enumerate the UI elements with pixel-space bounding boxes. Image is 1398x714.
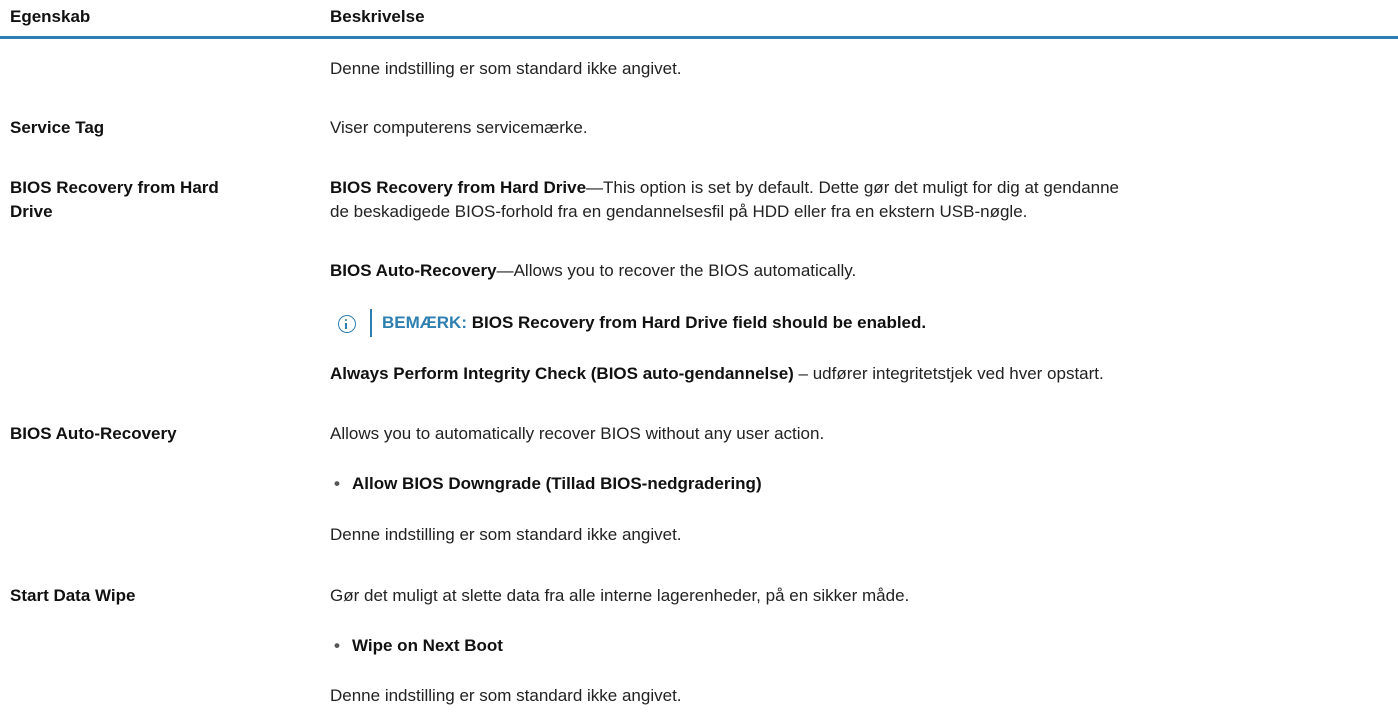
row-description: Denne indstilling er som standard ikke a… (330, 59, 682, 78)
row-description: Gør det muligt at slette data fra alle i… (330, 586, 910, 605)
option-name: BIOS Auto-Recovery (330, 261, 497, 280)
row-description: Allows you to automatically recover BIOS… (330, 424, 825, 443)
row-description: BIOS Auto-Recovery—Allows you to recover… (330, 259, 1390, 283)
row-description: Always Perform Integrity Check (BIOS aut… (330, 362, 1390, 386)
table-header: Egenskab Beskrivelse (0, 0, 1398, 39)
bullet-icon: • (334, 636, 340, 655)
row-property: Service Tag (10, 118, 105, 137)
column-header-property: Egenskab (10, 7, 91, 26)
bullet-icon: • (334, 474, 340, 493)
row-property: Start Data Wipe (10, 586, 136, 605)
info-circle-icon (338, 315, 356, 333)
row-description: Denne indstilling er som standard ikke a… (330, 686, 682, 705)
option-name: Always Perform Integrity Check (BIOS aut… (330, 364, 794, 383)
row-property-line: Drive (10, 202, 53, 221)
note-divider (370, 309, 372, 337)
option-text: —Allows you to recover the BIOS automati… (496, 261, 857, 280)
note-body: BIOS Recovery from Hard Drive field shou… (467, 313, 927, 332)
row-description: Viser computerens servicemærke. (330, 118, 588, 137)
list-item-text: Wipe on Next Boot (352, 636, 503, 655)
row-description: Denne indstilling er som standard ikke a… (330, 525, 682, 544)
description-line: de beskadigede BIOS-forhold fra en genda… (330, 202, 1028, 221)
column-header-description: Beskrivelse (330, 7, 425, 26)
note-text: BEMÆRK: BIOS Recovery from Hard Drive fi… (382, 311, 926, 335)
option-name: BIOS Recovery from Hard Drive (330, 178, 587, 197)
option-text: – udfører integritetstjek ved hver opsta… (793, 364, 1104, 383)
row-property: BIOS Recovery from Hard Drive (10, 176, 310, 224)
row-description: BIOS Recovery from Hard Drive—This optio… (330, 176, 1390, 224)
option-text: —This option is set by default. Dette gø… (586, 178, 1120, 197)
row-property: BIOS Auto-Recovery (10, 424, 177, 443)
note-label: BEMÆRK: (382, 313, 467, 332)
row-property-line: BIOS Recovery from Hard (10, 178, 219, 197)
list-item-text: Allow BIOS Downgrade (Tillad BIOS-nedgra… (352, 474, 762, 493)
description-line: BIOS Recovery from Hard Drive—This optio… (330, 176, 1390, 200)
